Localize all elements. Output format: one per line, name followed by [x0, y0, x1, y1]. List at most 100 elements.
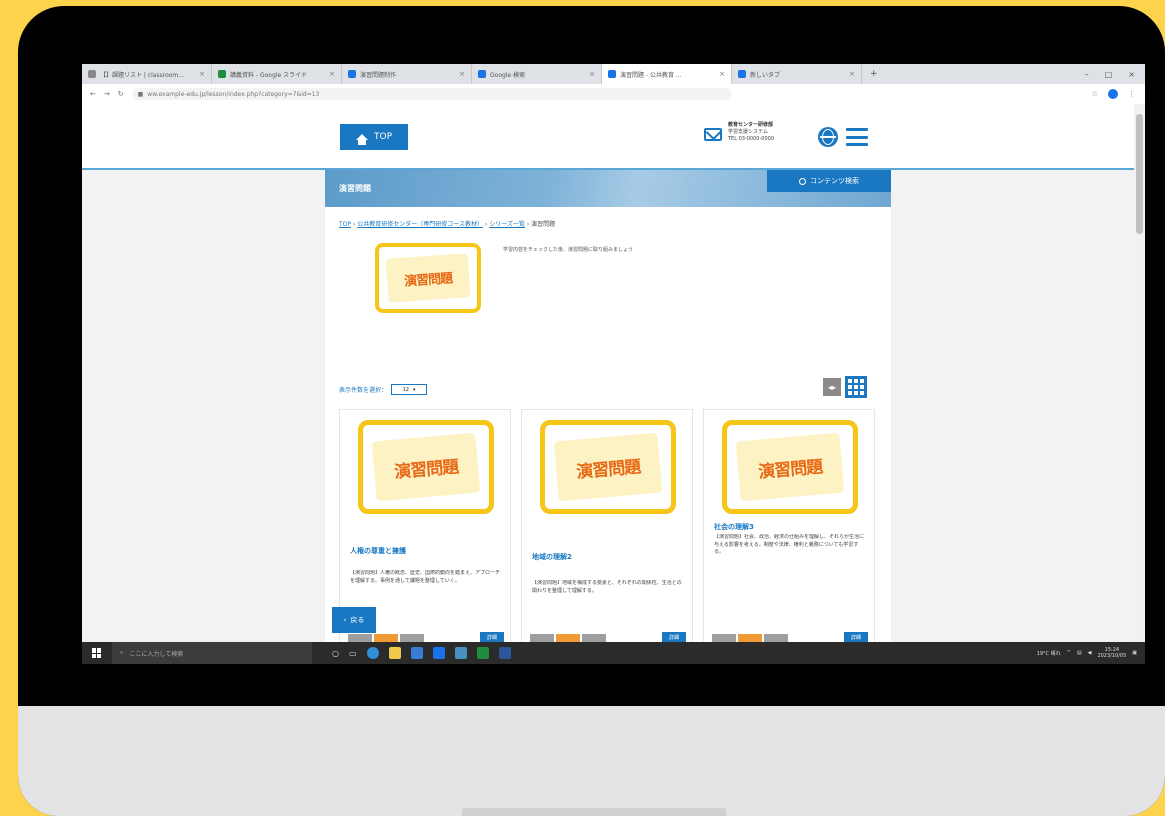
- search-icon: [799, 177, 806, 185]
- volume-icon[interactable]: ◀: [1088, 650, 1092, 656]
- browser-tab[interactable]: 講義資料 - Google スライド ×: [212, 64, 342, 84]
- maximize-icon[interactable]: □: [1105, 70, 1113, 79]
- network-icon[interactable]: ▤: [1077, 650, 1082, 656]
- browser-tab[interactable]: 【】課題リスト | classroom... ×: [82, 64, 212, 84]
- tab-close-icon[interactable]: ×: [199, 70, 205, 78]
- card-tags: [712, 634, 788, 642]
- card-detail-button[interactable]: 詳細: [480, 632, 504, 642]
- store-icon[interactable]: [410, 647, 423, 659]
- card-title[interactable]: 地域の理解2: [532, 552, 684, 562]
- grid-view-icon[interactable]: [845, 376, 867, 398]
- hero-image: 演習問題: [375, 243, 481, 313]
- widgets-icon[interactable]: ▭: [349, 649, 357, 658]
- reload-icon[interactable]: ↻: [118, 90, 124, 98]
- word-icon[interactable]: [498, 647, 511, 659]
- browser-tab[interactable]: 新しいタブ ×: [732, 64, 862, 84]
- back-button[interactable]: ‹ 戻る: [332, 607, 376, 633]
- page-scrollbar[interactable]: [1134, 104, 1145, 642]
- file-explorer-icon[interactable]: [388, 647, 401, 659]
- breadcrumb-current: 演習問題: [531, 221, 556, 228]
- tab-favicon-icon: [88, 70, 96, 78]
- os-taskbar: ⌕ ここに入力して検索 ○ ▭ 19°C 晴れ ^ ▤ ◀ 15:24 2023…: [82, 642, 1145, 664]
- tab-label: 演習問題制作: [360, 71, 397, 79]
- breadcrumb: TOP › 公共教育研修センター（専門研修コース教材） › シリーズ一覧 › 演…: [339, 219, 555, 228]
- card-image[interactable]: 演習問題: [540, 420, 676, 514]
- card-detail-button[interactable]: 詳細: [662, 632, 686, 642]
- star-icon[interactable]: ☆: [1092, 90, 1098, 98]
- breadcrumb-home[interactable]: TOP: [339, 221, 351, 228]
- edge-icon[interactable]: [366, 647, 379, 659]
- org-line: 学習支援システム: [728, 129, 768, 135]
- scrollbar-thumb[interactable]: [1136, 114, 1143, 234]
- tray-overflow-icon[interactable]: ^: [1067, 650, 1071, 656]
- tab-label: 講義資料 - Google スライド: [230, 71, 308, 79]
- chrome-icon[interactable]: [454, 647, 467, 659]
- card-image[interactable]: 演習問題: [722, 420, 858, 514]
- browser-tab[interactable]: Google 検索 ×: [472, 64, 602, 84]
- chevron-left-icon: ‹: [343, 616, 347, 624]
- mail-app-icon[interactable]: [432, 647, 445, 659]
- page-title: 演習問題: [339, 184, 371, 193]
- back-arrow-icon[interactable]: ←: [90, 90, 96, 98]
- display-count-value: 12: [402, 386, 409, 393]
- display-count-select[interactable]: 12 ▾: [391, 384, 428, 395]
- close-window-icon[interactable]: ×: [1128, 70, 1135, 79]
- breadcrumb-level1[interactable]: 公共教育研修センター（専門研修コース教材）: [357, 221, 483, 228]
- card-tag: [374, 634, 398, 642]
- card-list: 演習問題 人権の尊重と擁護 【演習問題】人権の概念、歴史、国際的動向を踏まえ、ア…: [339, 409, 879, 642]
- weather-text[interactable]: 19°C 晴れ: [1037, 650, 1061, 657]
- tab-close-icon[interactable]: ×: [849, 70, 855, 78]
- url-input[interactable]: ■ ww.example-edu.jp/lesson/index.php?cat…: [131, 88, 732, 100]
- taskbar-search-input[interactable]: ⌕ ここに入力して検索: [112, 642, 312, 664]
- display-count-label: 表示件数を選択：: [339, 387, 388, 394]
- tab-favicon-icon: [608, 70, 616, 78]
- card-image-text: 演習問題: [371, 432, 481, 502]
- browser-tab[interactable]: 演習問題制作 ×: [342, 64, 472, 84]
- browser-menu-icon[interactable]: ⋮: [1128, 90, 1135, 98]
- card-image[interactable]: 演習問題: [358, 420, 494, 514]
- globe-icon[interactable]: [818, 127, 838, 147]
- notification-icon[interactable]: ▣: [1132, 650, 1137, 656]
- tab-label: Google 検索: [490, 71, 526, 79]
- profile-avatar[interactable]: [1108, 89, 1118, 99]
- org-line: TEL 03-0000-0000: [728, 136, 775, 142]
- new-tab-icon[interactable]: +: [862, 69, 886, 79]
- hamburger-menu-icon[interactable]: [846, 128, 868, 146]
- browser-tab-active[interactable]: 演習問題 - 公共教育 ... ×: [602, 64, 732, 84]
- browser-tab-bar: 【】課題リスト | classroom... × 講義資料 - Google ス…: [82, 64, 1145, 84]
- tab-close-icon[interactable]: ×: [329, 70, 335, 78]
- tab-close-icon[interactable]: ×: [719, 70, 725, 78]
- card-tag: [556, 634, 580, 642]
- content-search-label: コンテンツ検索: [810, 177, 859, 185]
- card-tags: [348, 634, 424, 642]
- card-detail-button[interactable]: 詳細: [844, 632, 868, 642]
- mail-icon[interactable]: [704, 128, 722, 141]
- breadcrumb-level2[interactable]: シリーズ一覧: [489, 221, 525, 228]
- task-view-icon[interactable]: ○: [332, 649, 339, 658]
- window-controls: – □ ×: [1085, 70, 1145, 79]
- system-tray: 19°C 晴れ ^ ▤ ◀ 15:24 2023/10/05 ▣: [1037, 647, 1145, 659]
- list-view-icon[interactable]: ◂▸: [823, 378, 841, 396]
- content-card[interactable]: 演習問題 社会の理解3 【演習問題】社会、政治、経済の仕組みを理解し、それらが生…: [703, 409, 875, 642]
- tab-close-icon[interactable]: ×: [459, 70, 465, 78]
- content-search-button[interactable]: コンテンツ検索: [767, 170, 891, 192]
- card-description: 【演習問題】社会、政治、経済の仕組みを理解し、それらが生活に与える影響を考える。…: [714, 534, 865, 555]
- content-card[interactable]: 演習問題 地域の理解2 【演習問題】地域を構成する要素と、それぞれの関係性、生活…: [521, 409, 693, 642]
- windows-start-icon[interactable]: [92, 648, 102, 658]
- site-header: TOP 教育センター研修部 学習支援システム TEL 03-0000-0000: [82, 104, 1134, 170]
- card-title[interactable]: 人権の尊重と擁護: [350, 546, 502, 556]
- excel-icon[interactable]: [476, 647, 489, 659]
- forward-arrow-icon[interactable]: →: [104, 90, 110, 98]
- card-tag: [530, 634, 554, 642]
- tab-close-icon[interactable]: ×: [589, 70, 595, 78]
- minimize-icon[interactable]: –: [1085, 70, 1089, 79]
- clock[interactable]: 15:24 2023/10/05: [1097, 647, 1126, 659]
- tab-favicon-icon: [478, 70, 486, 78]
- tab-favicon-icon: [218, 70, 226, 78]
- hero-description: 学習内容をチェックした後、演習問題に取り組みましょう: [503, 247, 634, 253]
- browser-actions: ☆ ⋮: [1092, 89, 1145, 99]
- top-button[interactable]: TOP: [340, 124, 408, 150]
- card-title[interactable]: 社会の理解3: [714, 522, 866, 532]
- web-page: TOP 教育センター研修部 学習支援システム TEL 03-0000-0000 …: [82, 104, 1134, 642]
- back-button-label: 戻る: [350, 616, 365, 624]
